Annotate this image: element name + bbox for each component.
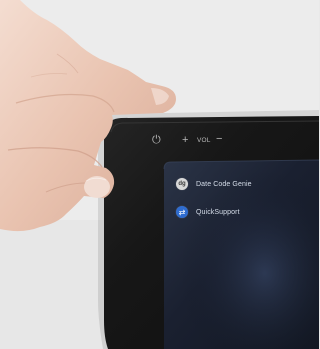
app-label: Date Code Genie xyxy=(196,180,252,188)
photo-scene: ⏻ + VOL − dg Date Code Genie ⇄ QuickSupp… xyxy=(0,0,319,349)
date-code-genie-icon: dg xyxy=(176,178,188,190)
thumbnail xyxy=(84,176,110,198)
app-label: QuickSupport xyxy=(196,208,240,216)
app-item-quicksupport[interactable]: ⇄ QuickSupport xyxy=(176,206,240,218)
app-item-date-code-genie[interactable]: dg Date Code Genie xyxy=(176,178,252,190)
volume-up-button[interactable]: + xyxy=(182,135,188,146)
volume-down-button[interactable]: − xyxy=(216,134,222,145)
device-photo xyxy=(0,0,319,349)
power-button-icon[interactable]: ⏻ xyxy=(152,134,161,145)
quicksupport-icon: ⇄ xyxy=(176,206,188,218)
volume-label: VOL xyxy=(197,137,211,144)
